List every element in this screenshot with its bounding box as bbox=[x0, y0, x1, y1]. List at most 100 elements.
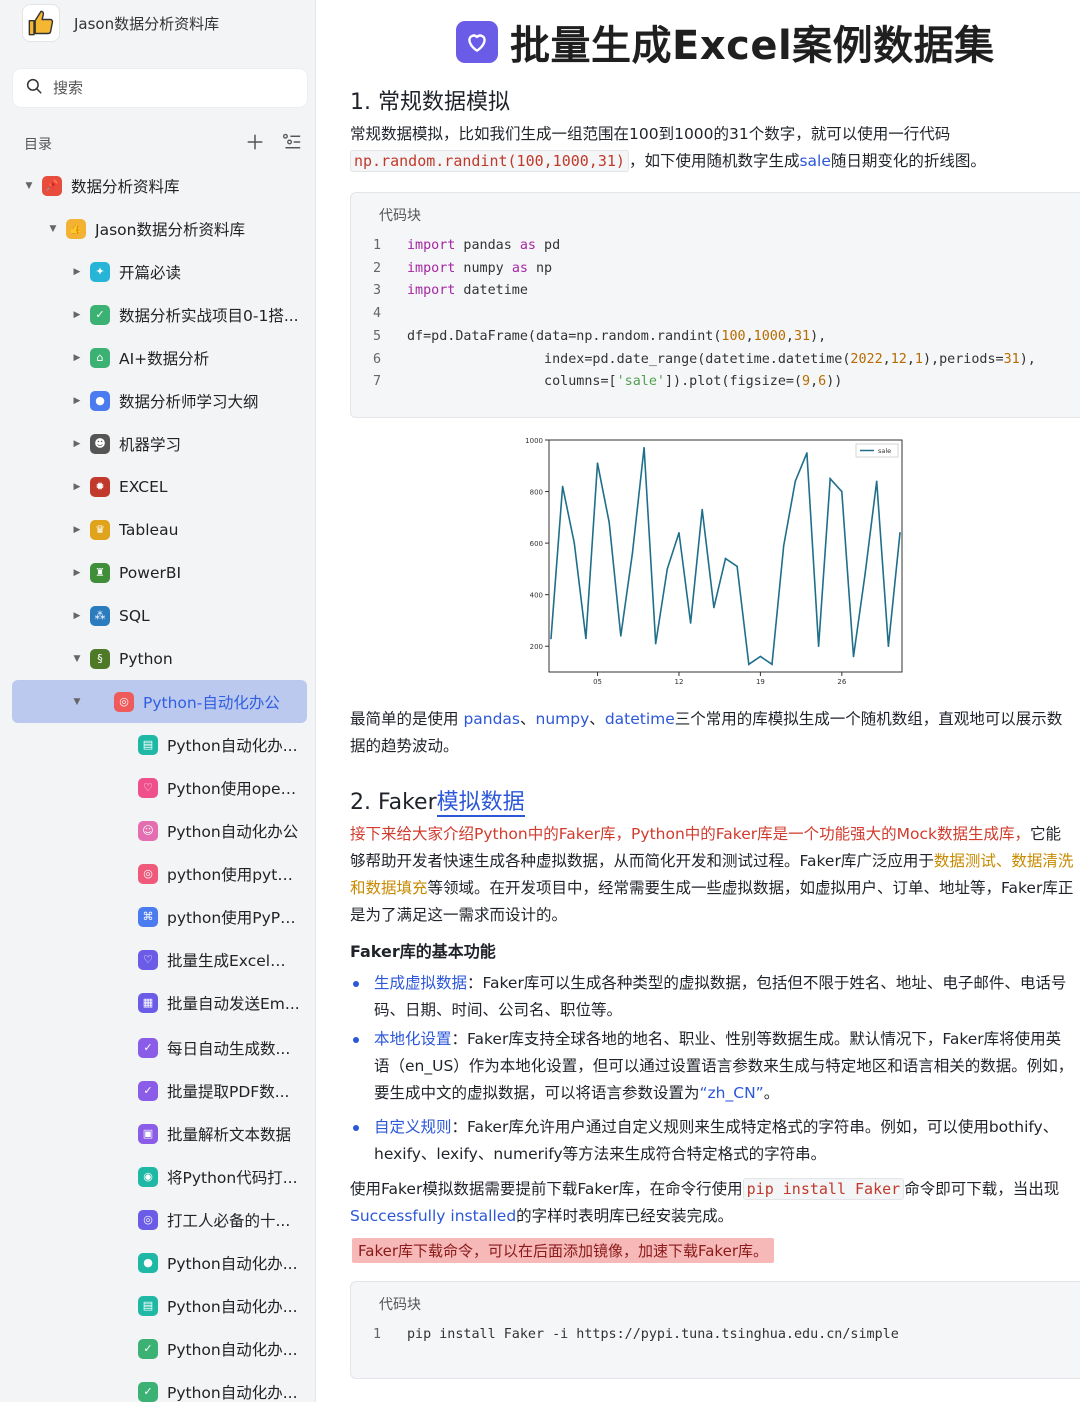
sidebar-item[interactable]: ⌘ python使用PyPD... bbox=[0, 895, 315, 938]
brand-name: Jason数据分析资料库 bbox=[74, 14, 220, 33]
page-title-text: 批量生成Excel案例数据集 bbox=[510, 23, 995, 69]
gamepad-icon: ⌘ bbox=[138, 906, 158, 927]
sidebar-item[interactable]: ● Python自动化办... bbox=[0, 1241, 315, 1284]
dot-icon: ◉ bbox=[138, 1166, 158, 1187]
robot-icon: ☻ bbox=[90, 433, 110, 454]
link-generate-data[interactable]: 生成虚拟数据 bbox=[374, 974, 467, 992]
list-item: 生成虚拟数据：Faker库可以生成各种类型的虚拟数据，包括但不限于姓名、地址、电… bbox=[350, 970, 1076, 1024]
target-icon: ◎ bbox=[138, 863, 158, 884]
brand[interactable]: Jason数据分析资料库 bbox=[22, 4, 219, 42]
text: 使用Faker模拟数据需要提前下载Faker库，在命令行使用 bbox=[350, 1180, 743, 1198]
add-icon[interactable] bbox=[246, 133, 264, 155]
link-numpy[interactable]: numpy bbox=[536, 710, 590, 728]
chevron-down-icon[interactable]: ▼ bbox=[48, 224, 58, 234]
sidebar-item-label: Tableau bbox=[119, 520, 179, 539]
sidebar-item[interactable]: ▶ ♛ Tableau bbox=[0, 508, 315, 551]
data-point bbox=[864, 573, 866, 575]
pin-icon: 📌 bbox=[42, 175, 62, 196]
x-tick-label: 05 bbox=[593, 678, 602, 686]
link-custom-rules[interactable]: 自定义规则 bbox=[374, 1118, 452, 1136]
code-block-pip[interactable]: 代码块 1 pip install Faker -i https://pypi.t… bbox=[350, 1281, 1080, 1379]
link-localization[interactable]: 本地化设置 bbox=[374, 1030, 452, 1048]
chevron-right-icon[interactable]: ▶ bbox=[72, 396, 82, 406]
sidebar-item[interactable]: ▶ ⌂ AI+数据分析 bbox=[0, 336, 315, 379]
y-tick-label: 800 bbox=[530, 489, 543, 497]
link-pandas[interactable]: pandas bbox=[463, 710, 520, 728]
sidebar-item[interactable]: ▼ § Python bbox=[0, 637, 315, 680]
code-content: 1 pip install Faker -i https://pypi.tuna.… bbox=[373, 1327, 899, 1342]
chevron-right-icon[interactable]: ▶ bbox=[72, 568, 82, 578]
link-sale[interactable]: sale bbox=[799, 152, 830, 170]
code-block-pandas[interactable]: 代码块 1 import pandas as pd 2 import numpy a… bbox=[350, 192, 1080, 418]
sidebar-item[interactable]: ◎ 打工人必备的十... bbox=[0, 1198, 315, 1241]
data-point bbox=[794, 480, 797, 483]
sidebar-item[interactable]: ▼ ◎ Python-自动化办公 bbox=[12, 680, 307, 723]
chevron-right-icon[interactable]: ▶ bbox=[72, 310, 82, 320]
link-datetime[interactable]: datetime bbox=[605, 710, 675, 728]
search-input[interactable] bbox=[53, 79, 283, 97]
chevron-right-icon[interactable]: ▶ bbox=[72, 611, 82, 621]
y-tick-label: 600 bbox=[530, 540, 543, 548]
text: ：Faker库可以生成各种类型的虚拟数据，包括但不限于姓名、地址、电子邮件、电话… bbox=[374, 974, 1067, 1019]
sidebar-item[interactable]: ◉ 将Python代码打... bbox=[0, 1155, 315, 1198]
sidebar-item[interactable]: ▶ ⁂ SQL bbox=[0, 594, 315, 637]
data-point bbox=[875, 480, 878, 483]
sidebar-item[interactable]: ▦ 批量自动发送Em... bbox=[0, 981, 315, 1024]
chevron-right-icon[interactable]: ▶ bbox=[72, 482, 82, 492]
heading-link[interactable]: 模拟数据 bbox=[436, 790, 525, 817]
sidebar-item[interactable]: ✓ Python自动化办... bbox=[0, 1327, 315, 1370]
outline-list-icon[interactable] bbox=[282, 133, 302, 155]
sidebar-item[interactable]: ▤ Python自动化办... bbox=[0, 1284, 315, 1327]
search-icon bbox=[25, 77, 43, 99]
sidebar-item[interactable]: ▼ 📌 数据分析资料库 bbox=[0, 164, 315, 207]
data-point bbox=[608, 521, 610, 524]
data-point bbox=[550, 637, 552, 640]
heart-icon bbox=[456, 21, 498, 63]
chevron-down-icon[interactable]: ▼ bbox=[72, 697, 82, 707]
text: 、 bbox=[520, 710, 536, 728]
data-point bbox=[899, 532, 901, 534]
sidebar-item[interactable]: ♡ 批量生成Excel案... bbox=[0, 938, 315, 981]
sidebar-item-label: python使用PyPD... bbox=[167, 908, 300, 927]
link-success[interactable]: Successfully installed bbox=[350, 1207, 516, 1225]
sidebar-item-label: Python使用open... bbox=[167, 779, 300, 798]
sidebar-item[interactable]: ▣ 批量解析文本数据 bbox=[0, 1112, 315, 1155]
sidebar-item-label: Python自动化办公 bbox=[167, 822, 299, 841]
bug-icon: ✹ bbox=[90, 476, 110, 497]
sidebar-item[interactable]: ☺ Python自动化办公 bbox=[0, 809, 315, 852]
chevron-down-icon[interactable]: ▼ bbox=[72, 654, 82, 664]
sidebar-item[interactable]: ✓ 每日自动生成数... bbox=[0, 1026, 315, 1069]
sidebar-item[interactable]: ▼ 👍 Jason数据分析资料库 bbox=[0, 207, 315, 250]
sidebar-item[interactable]: ✓ Python自动化办... bbox=[0, 1370, 315, 1402]
sidebar-item[interactable]: ▶ ✹ EXCEL bbox=[0, 465, 315, 508]
data-point bbox=[666, 568, 669, 570]
sidebar-item-label: Python-自动化办公 bbox=[143, 693, 280, 712]
sidebar-item-label: Python自动化办... bbox=[167, 1383, 298, 1402]
trophy-icon: ♜ bbox=[90, 562, 110, 583]
data-point bbox=[782, 544, 785, 547]
sidebar-item[interactable]: ◎ python使用pytho... bbox=[0, 852, 315, 895]
data-point bbox=[806, 452, 808, 454]
sidebar-item[interactable]: ▶ ✦ 开篇必读 bbox=[0, 250, 315, 293]
sidebar-item[interactable]: ♡ Python使用open... bbox=[0, 766, 315, 809]
sidebar-item[interactable]: ▶ ☻ 机器学习 bbox=[0, 422, 315, 465]
sidebar-item[interactable]: ▶ ● 数据分析师学习大纲 bbox=[0, 379, 315, 422]
search-box[interactable] bbox=[13, 69, 307, 107]
heading-text: 2. Faker bbox=[350, 790, 437, 815]
chevron-right-icon[interactable]: ▶ bbox=[72, 353, 82, 363]
sidebar-item[interactable]: ▤ Python自动化办... bbox=[0, 723, 315, 766]
sidebar-item-label: Python自动化办... bbox=[167, 1254, 298, 1273]
sidebar-item-label: 打工人必备的十... bbox=[167, 1211, 291, 1230]
sidebar-item[interactable]: ▶ ✓ 数据分析实战项目0-1搭... bbox=[0, 293, 315, 336]
chevron-right-icon[interactable]: ▶ bbox=[72, 267, 82, 277]
data-point bbox=[596, 462, 599, 464]
chevron-right-icon[interactable]: ▶ bbox=[72, 439, 82, 449]
chevron-down-icon[interactable]: ▼ bbox=[24, 181, 34, 191]
sidebar-item[interactable]: ✓ 批量提取PDF数... bbox=[0, 1069, 315, 1112]
grid-icon: ▦ bbox=[138, 992, 158, 1013]
toc-title: 目录 bbox=[24, 137, 52, 153]
x-tick-label: 26 bbox=[837, 678, 846, 686]
chevron-right-icon[interactable]: ▶ bbox=[72, 525, 82, 535]
sidebar-item[interactable]: ▶ ♜ PowerBI bbox=[0, 551, 315, 594]
crown-icon: ♛ bbox=[90, 519, 110, 540]
